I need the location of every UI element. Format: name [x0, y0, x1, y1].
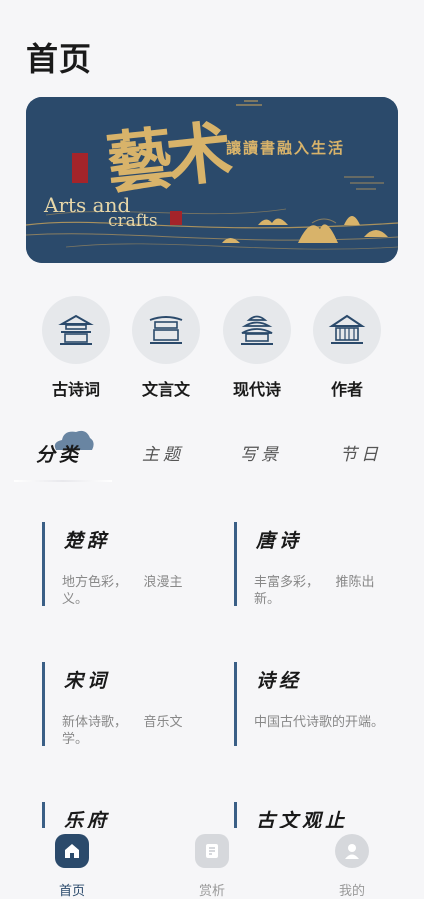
- card-yuefu[interactable]: 乐府: [42, 780, 192, 830]
- card-guwenguanzhi[interactable]: 古文观止: [234, 780, 384, 830]
- home-icon: [55, 834, 89, 868]
- hall-icon: [313, 296, 381, 364]
- card-description: 地方色彩， 浪漫主义。: [62, 575, 183, 607]
- tab-fenlei[interactable]: 分类: [14, 440, 104, 467]
- banner-slogan: 讓讀書融入生活: [226, 139, 346, 157]
- pavilion-icon: [42, 296, 110, 364]
- card-description: 新体诗歌， 音乐文学。: [62, 715, 183, 747]
- nav-label: 首页: [58, 884, 85, 899]
- temple-icon: [223, 296, 291, 364]
- tab-xiejing[interactable]: 写景: [216, 440, 306, 465]
- card-description: 中国古代诗歌的开端。: [254, 715, 385, 730]
- banner-art-title: 藝术: [102, 112, 231, 204]
- bottom-navigation: 首页 赏析 我的: [0, 828, 424, 899]
- category-label: 文言文: [141, 380, 190, 399]
- card-shijing[interactable]: 诗经 中国古代诗歌的开端。: [234, 640, 384, 760]
- card-songci[interactable]: 宋词 新体诗歌， 音乐文学。: [42, 640, 192, 760]
- card-title: 古文观止: [256, 810, 349, 830]
- card-title: 乐府: [64, 810, 111, 830]
- nav-mine[interactable]: 我的: [312, 834, 392, 899]
- card-accent-bar: [42, 802, 45, 830]
- category-label: 现代诗: [232, 380, 281, 399]
- tab-zhuti[interactable]: 主题: [118, 440, 208, 465]
- nav-shangxi[interactable]: 赏析: [172, 834, 252, 899]
- category-row: 古诗词 文言文 现代诗 作者: [0, 296, 424, 406]
- filter-tabs: 分类 主题 写景 节日: [14, 428, 414, 484]
- user-icon: [335, 834, 369, 868]
- card-accent-bar: [42, 662, 45, 746]
- card-accent-bar: [234, 662, 237, 746]
- card-title: 楚辞: [64, 530, 111, 552]
- tab-jieri[interactable]: 节日: [316, 440, 406, 465]
- category-xiandaishi[interactable]: 现代诗: [212, 296, 302, 400]
- card-title: 唐诗: [256, 530, 303, 552]
- nav-label: 赏析: [198, 884, 225, 899]
- note-icon: [195, 834, 229, 868]
- banner-english-line2: crafts: [108, 211, 158, 231]
- category-gushici[interactable]: 古诗词: [31, 296, 121, 400]
- card-description: 丰富多彩， 推陈出新。: [254, 575, 375, 607]
- small-red-seal: [170, 211, 182, 225]
- red-seal-stamp: [72, 153, 88, 183]
- gate-icon: [132, 296, 200, 364]
- card-accent-bar: [42, 522, 45, 606]
- category-label: 古诗词: [51, 380, 100, 399]
- nav-home[interactable]: 首页: [32, 834, 112, 899]
- card-accent-bar: [234, 522, 237, 606]
- tab-active-underline: [14, 480, 112, 482]
- category-wenyanwen[interactable]: 文言文: [121, 296, 211, 400]
- card-title: 诗经: [256, 670, 303, 692]
- category-label: 作者: [330, 380, 363, 399]
- card-chuci[interactable]: 楚辞 地方色彩， 浪漫主义。: [42, 500, 192, 620]
- card-accent-bar: [234, 802, 237, 830]
- home-banner[interactable]: 藝术 Arts and crafts 讓讀書融入生活: [26, 97, 398, 263]
- card-title: 宋词: [64, 670, 111, 692]
- card-tangshi[interactable]: 唐诗 丰富多彩， 推陈出新。: [234, 500, 384, 620]
- page-title: 首页: [26, 40, 93, 78]
- category-zuozhe[interactable]: 作者: [302, 296, 392, 400]
- category-card-grid: 楚辞 地方色彩， 浪漫主义。 唐诗 丰富多彩， 推陈出新。 宋词 新体诗歌， 音…: [0, 500, 424, 830]
- nav-label: 我的: [338, 884, 365, 899]
